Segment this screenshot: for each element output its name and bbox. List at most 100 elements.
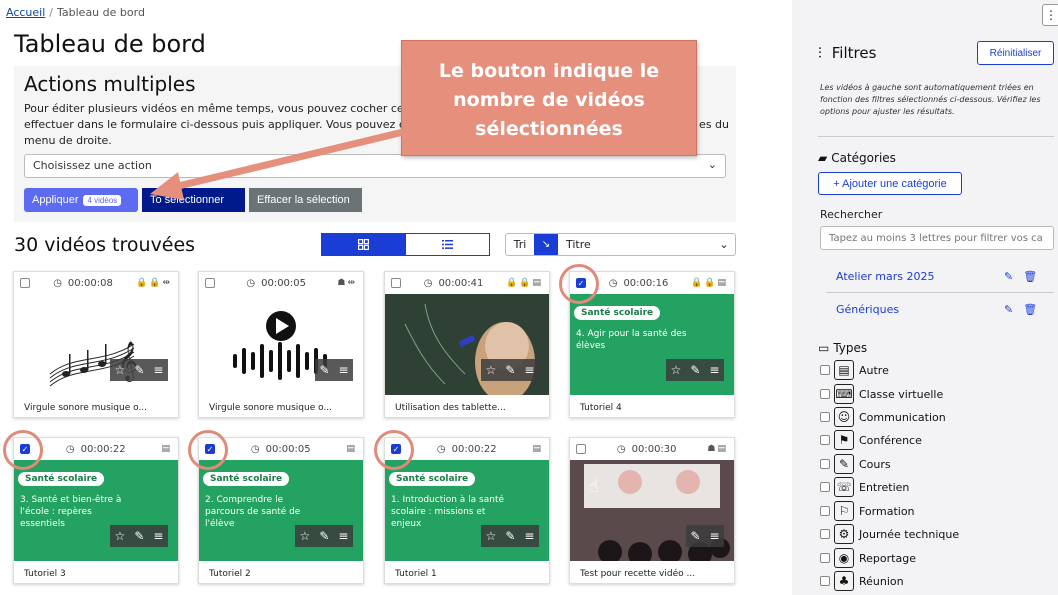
menu-icon[interactable]: ≡ <box>338 363 348 377</box>
video-thumbnail[interactable]: Santé scolaire 4. Agir pour la santé des… <box>570 294 734 395</box>
edit-icon[interactable]: ✎ <box>1004 270 1023 283</box>
type-filter-formation[interactable]: ⚐ Formation <box>820 500 915 522</box>
reset-filters-button[interactable]: Réinitialiser <box>977 41 1054 65</box>
apply-button[interactable]: Appliquer 4 vidéos <box>24 188 138 212</box>
edit-icon[interactable]: ✎ <box>505 363 515 377</box>
edit-icon[interactable]: ✎ <box>1004 303 1023 316</box>
type-checkbox[interactable] <box>820 529 830 539</box>
training-icon: ⚐ <box>834 501 854 521</box>
video-title[interactable]: Tutoriel 4 <box>570 395 734 419</box>
type-filter-entretien[interactable]: ☏ Entretien <box>820 476 909 498</box>
video-checkbox[interactable] <box>391 278 401 288</box>
type-filter-reunion[interactable]: ♣ Réunion <box>820 570 904 592</box>
category-search-input[interactable] <box>820 226 1054 250</box>
highlight-ring <box>374 430 414 470</box>
edit-icon[interactable]: ✎ <box>134 529 144 543</box>
sort-control[interactable]: Tri ↘ Titre ⌄ <box>505 233 736 256</box>
video-thumbnail[interactable]: Santé scolaire 1. Introduction à la sant… <box>385 460 549 561</box>
video-title[interactable]: Tutoriel 1 <box>385 561 549 585</box>
video-title[interactable]: Tutoriel 2 <box>199 561 363 585</box>
edit-icon[interactable]: ✎ <box>319 363 329 377</box>
trash-icon[interactable]: 🗑 <box>1023 303 1047 316</box>
sort-field-select[interactable]: Titre <box>558 238 713 251</box>
menu-icon[interactable]: ≡ <box>709 363 719 377</box>
type-checkbox[interactable] <box>820 389 830 399</box>
type-filter-cours[interactable]: ✎ Cours <box>820 453 891 475</box>
type-filter-communication[interactable]: ☺ Communication <box>820 406 946 428</box>
menu-icon[interactable]: ≡ <box>524 363 534 377</box>
type-checkbox[interactable] <box>820 553 830 563</box>
star-icon[interactable]: ☆ <box>115 529 126 543</box>
video-duration: 00:00:05 <box>265 443 311 455</box>
category-item[interactable]: Atelier mars 2025 <box>836 270 935 283</box>
type-filter-autre[interactable]: ▤ Autre <box>820 359 889 381</box>
video-title[interactable]: Virgule sonore musique o... <box>199 395 363 419</box>
menu-icon[interactable]: ≡ <box>153 529 163 543</box>
divider <box>826 292 1054 293</box>
star-icon[interactable]: ☆ <box>300 529 311 543</box>
type-checkbox[interactable] <box>820 412 830 422</box>
clock-icon: ◷ <box>250 443 260 455</box>
video-card[interactable]: ◷ 00:00:05 ☗⇹ ✎ ≡ Virgule sonore musique o.… <box>198 271 364 418</box>
breadcrumb-current: Tableau de bord <box>57 6 145 19</box>
add-category-button[interactable]: + Ajouter une catégorie <box>818 172 962 195</box>
page-title: Tableau de bord <box>14 30 206 58</box>
filters-title: ⫶ Filtres <box>818 44 877 62</box>
breadcrumb-home-link[interactable]: Accueil <box>6 6 45 19</box>
sliders-icon: ⫶ <box>818 44 822 62</box>
menu-icon[interactable]: ≡ <box>709 529 719 543</box>
type-checkbox[interactable] <box>820 435 830 445</box>
edit-icon[interactable]: ✎ <box>505 529 515 543</box>
video-checkbox[interactable] <box>576 444 586 454</box>
video-thumbnail[interactable]: Santé scolaire 3. Santé et bien-être à l… <box>14 460 178 561</box>
highlight-ring <box>188 430 228 470</box>
video-actions-toolbar: ☆ ✎ ≡ <box>666 359 724 381</box>
star-icon[interactable]: ☆ <box>486 363 497 377</box>
type-checkbox[interactable] <box>820 506 830 516</box>
video-thumbnail[interactable]: 𝄞 ☆✎≡ <box>14 294 178 395</box>
video-thumbnail[interactable]: Santé scolaire 2. Comprendre le parcours… <box>199 460 363 561</box>
category-pill: Santé scolaire <box>203 472 290 486</box>
more-options-icon[interactable]: ⋮ <box>1042 4 1058 26</box>
type-checkbox[interactable] <box>820 482 830 492</box>
type-filter-conference[interactable]: ⚑ Conférence <box>820 429 922 451</box>
menu-icon[interactable]: ≡ <box>524 529 534 543</box>
type-checkbox[interactable] <box>820 576 830 586</box>
menu-icon[interactable]: ≡ <box>153 363 163 377</box>
edit-icon[interactable]: ✎ <box>134 363 144 377</box>
video-checkbox[interactable] <box>205 278 215 288</box>
type-filter-classe-virtuelle[interactable]: ⌨ Classe virtuelle <box>820 383 943 405</box>
edit-icon[interactable]: ✎ <box>690 529 700 543</box>
menu-icon[interactable]: ≡ <box>338 529 348 543</box>
type-checkbox[interactable] <box>820 459 830 469</box>
video-card[interactable]: ◷00:00:08🔒🔒⇹ 𝄞 ☆✎≡ Virgule sonore musiqu… <box>13 271 179 418</box>
star-icon[interactable]: ☆ <box>115 363 126 377</box>
clock-icon: ◷ <box>436 443 446 455</box>
type-filter-journee-technique[interactable]: ⚙ Journée technique <box>820 523 959 545</box>
search-label: Rechercher <box>820 208 883 221</box>
video-title[interactable]: Tutoriel 3 <box>14 561 178 585</box>
video-card[interactable]: ◷ 00:00:41 🔒🔒▤ ☆ ✎ ≡ Utilisation des tablett… <box>384 271 550 418</box>
edit-icon[interactable]: ✎ <box>319 529 329 543</box>
video-thumbnail[interactable]: ☆ ✎ ≡ <box>385 294 549 395</box>
star-icon[interactable]: ☆ <box>486 529 497 543</box>
video-thumbnail[interactable]: ✎ ≡ <box>199 294 363 395</box>
video-title[interactable]: Test pour recette vidéo ... <box>570 561 734 585</box>
type-filter-reportage[interactable]: ◉ Reportage <box>820 547 916 569</box>
annotation-arrow <box>150 124 424 200</box>
thumbnail-text: 4. Agir pour la santé des élèves <box>576 329 687 351</box>
video-title[interactable]: Utilisation des tablette... <box>385 395 549 419</box>
trash-icon[interactable]: 🗑 <box>1023 270 1047 283</box>
category-item[interactable]: Génériques <box>836 303 899 316</box>
video-checkbox[interactable] <box>20 278 30 288</box>
star-icon[interactable]: ☆ <box>671 363 682 377</box>
sort-direction-button[interactable]: ↘ <box>534 234 558 255</box>
video-title[interactable]: Virgule sonore musique o... <box>14 395 178 419</box>
grid-view-button[interactable] <box>322 234 406 255</box>
edit-icon[interactable]: ✎ <box>690 363 700 377</box>
video-thumbnail[interactable]: ☝ ✎ ≡ <box>570 460 734 561</box>
video-card[interactable]: ◷ 00:00:30 ☗▤ ☝ ✎ ≡ Test pour recette vidéo… <box>569 437 735 584</box>
list-view-button[interactable] <box>406 234 490 255</box>
video-actions-toolbar: ✎ ≡ <box>686 525 724 547</box>
type-checkbox[interactable] <box>820 365 830 375</box>
